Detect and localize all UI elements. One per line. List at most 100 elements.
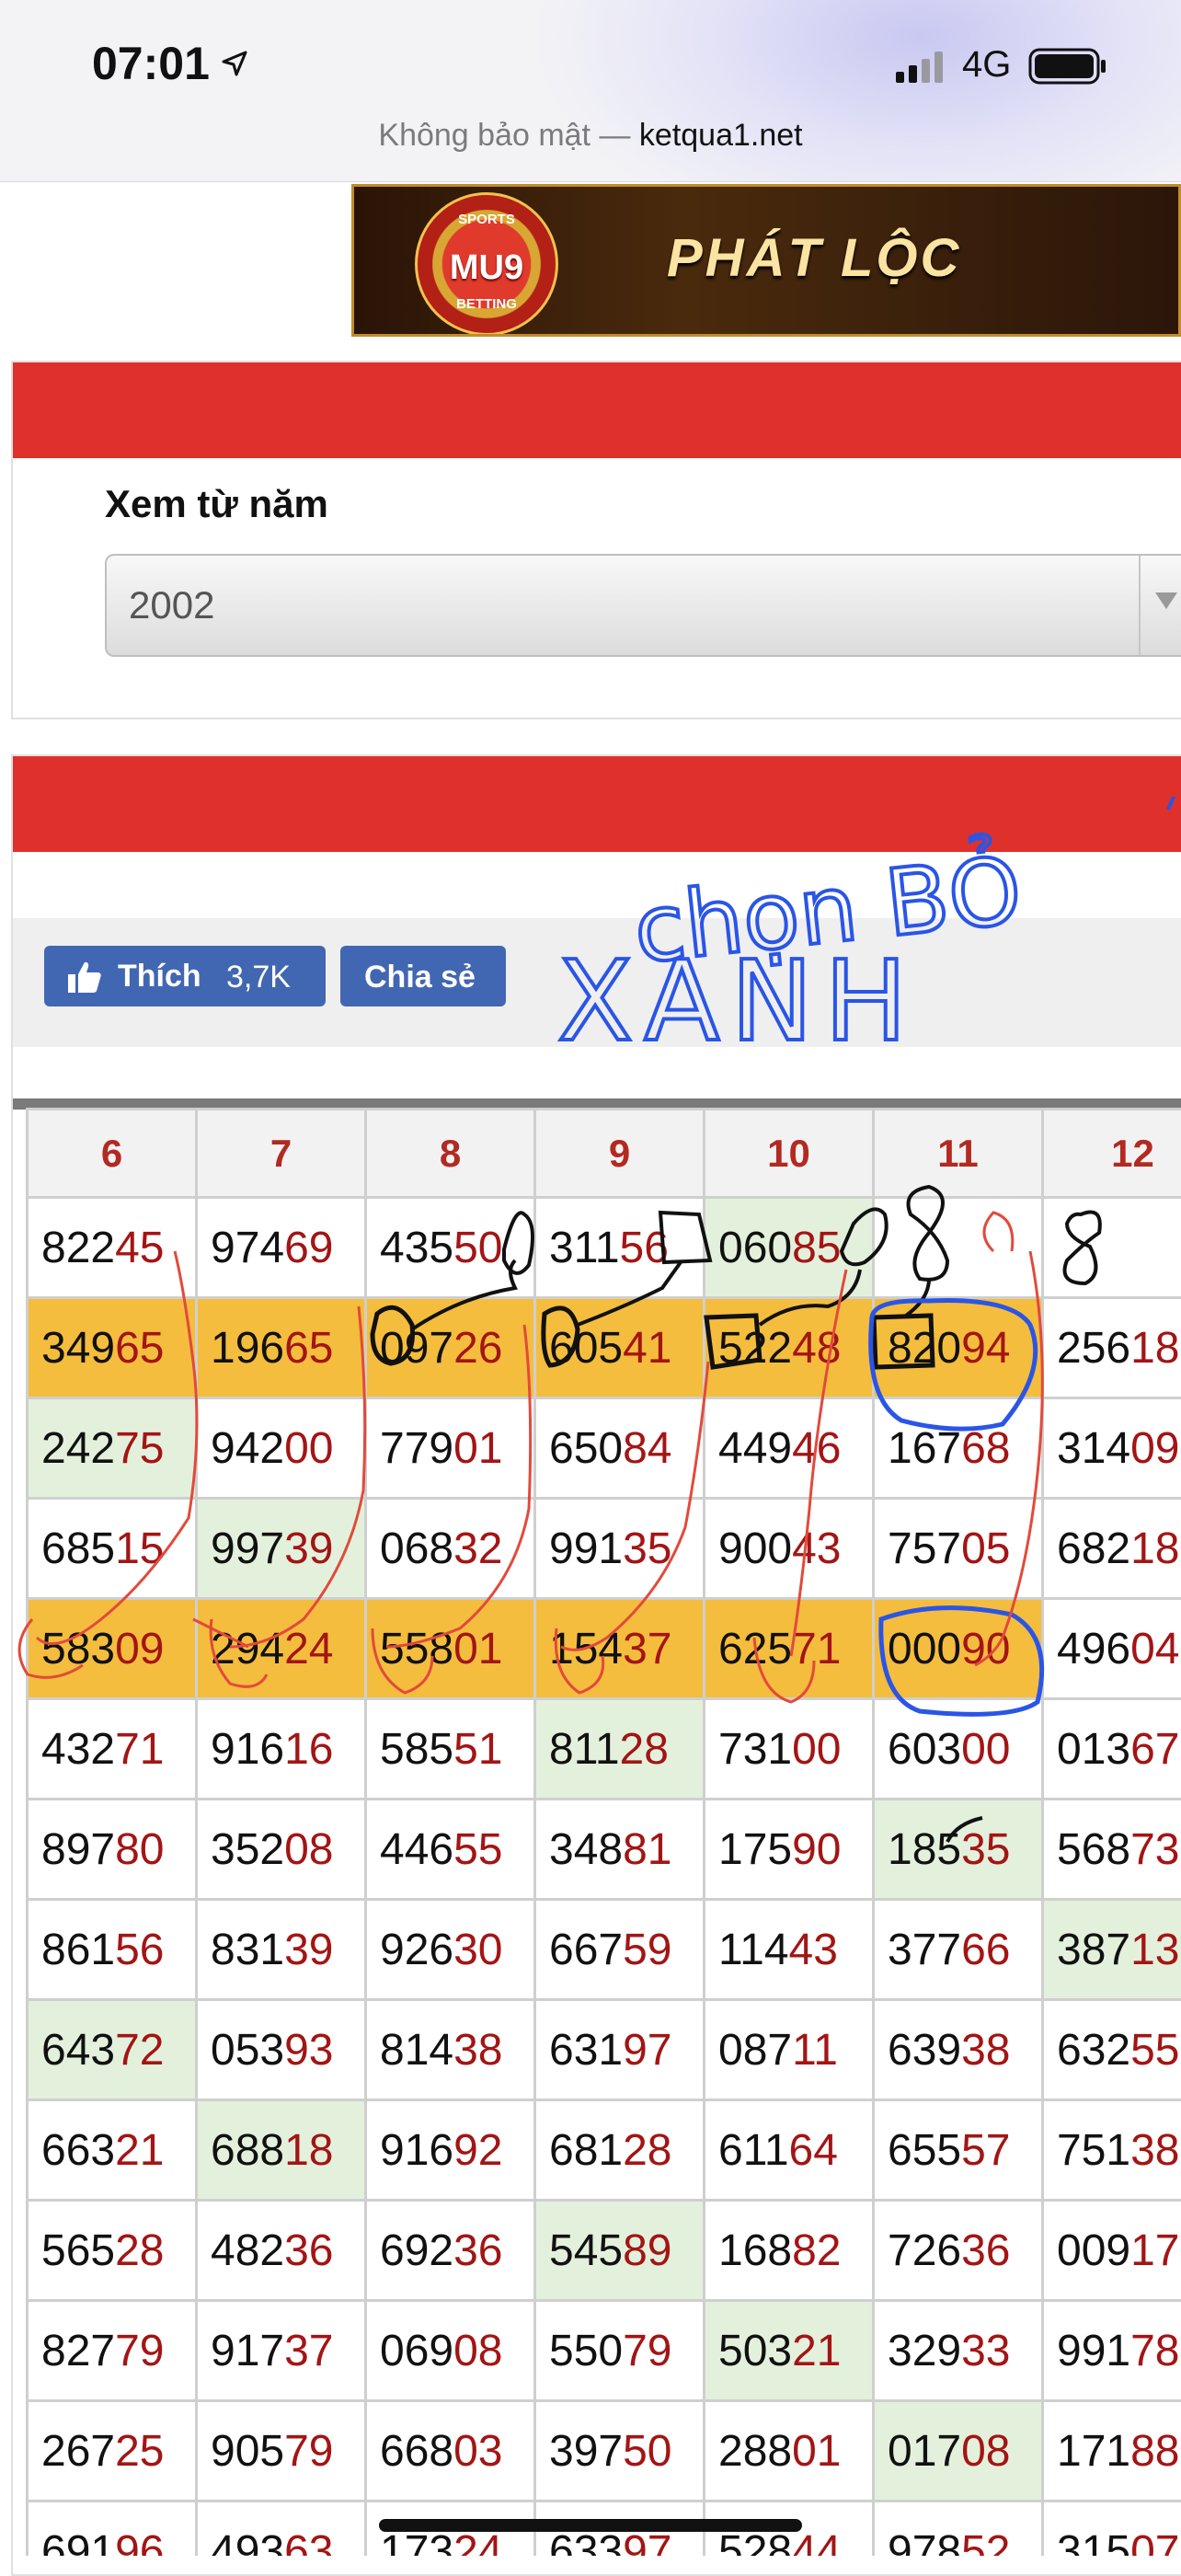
result-cell: 81128 bbox=[535, 1699, 705, 1800]
table-row: 24275942007790165084449461676831409 bbox=[28, 1398, 1181, 1499]
number-tail: 69 bbox=[284, 1224, 333, 1272]
number-head: 631 bbox=[549, 2026, 623, 2075]
table-row: 86156831399263066759114433776638713 bbox=[28, 1900, 1181, 2000]
number-tail: 38 bbox=[453, 2026, 502, 2075]
facebook-share-button[interactable]: Chia sẻ bbox=[340, 946, 506, 1006]
number-tail: 08 bbox=[284, 1825, 333, 1874]
number-tail: 43 bbox=[789, 1926, 838, 1974]
number-head: 861 bbox=[41, 1926, 115, 1974]
column-header: 9 bbox=[535, 1110, 705, 1198]
result-cell: 00917 bbox=[1043, 2201, 1181, 2301]
number-head: 000 bbox=[888, 1625, 961, 1673]
battery-icon bbox=[1028, 48, 1107, 85]
result-cell: 34965 bbox=[28, 1298, 197, 1398]
number-tail: 89 bbox=[623, 2226, 671, 2275]
number-head: 168 bbox=[718, 2226, 792, 2275]
number-tail: 03 bbox=[453, 2427, 502, 2476]
number-tail: 04 bbox=[1130, 1625, 1179, 1673]
result-cell: 58309 bbox=[28, 1599, 197, 1699]
mu9-logo: SPORTS MU9 BETTING bbox=[415, 192, 558, 336]
number-head: 991 bbox=[549, 1524, 623, 1573]
number-head: 087 bbox=[718, 2026, 792, 2075]
number-tail: 85 bbox=[792, 1224, 841, 1272]
result-cell: 92630 bbox=[366, 1900, 535, 2000]
result-cell: 97469 bbox=[197, 1198, 366, 1298]
result-cell: 99135 bbox=[535, 1499, 705, 1599]
number-head: 311 bbox=[549, 1224, 620, 1272]
number-head: 446 bbox=[380, 1825, 453, 1874]
number-head: 731 bbox=[718, 1725, 792, 1774]
number-head: 060 bbox=[718, 1224, 792, 1272]
number-head: 639 bbox=[888, 2026, 961, 2075]
result-cell: 38713 bbox=[1043, 1900, 1181, 2000]
result-cell: 89780 bbox=[28, 1800, 197, 1900]
result-cell: 55079 bbox=[535, 2301, 705, 2401]
number-head: 916 bbox=[211, 1725, 284, 1774]
number-tail: 65 bbox=[115, 1324, 164, 1373]
result-cell: 25618 bbox=[1043, 1298, 1181, 1398]
result-cell: 66759 bbox=[535, 1900, 705, 2000]
number-tail: 01 bbox=[453, 1424, 502, 1473]
share-label: Chia sẻ bbox=[364, 960, 476, 995]
number-tail: 50 bbox=[623, 2427, 671, 2476]
number-tail: 00 bbox=[792, 1725, 841, 1774]
ad-banner[interactable]: SPORTS MU9 BETTING PHÁT LỘC bbox=[351, 184, 1181, 337]
number-tail: 50 bbox=[453, 1224, 502, 1272]
number-head: 175 bbox=[718, 1825, 792, 1874]
result-cell: 91692 bbox=[366, 2100, 535, 2201]
result-cell: 39750 bbox=[535, 2401, 705, 2501]
result-cell: 69196 bbox=[28, 2501, 197, 2557]
number-head: 496 bbox=[1057, 1625, 1130, 1673]
result-cell: 86156 bbox=[28, 1900, 197, 2000]
number-head: 978 bbox=[888, 2527, 961, 2557]
result-cell: 01708 bbox=[874, 2401, 1043, 2501]
number-head: 154 bbox=[549, 1625, 623, 1673]
result-cell: 58551 bbox=[366, 1699, 535, 1800]
number-tail: 71 bbox=[115, 1725, 164, 1774]
number-head: 916 bbox=[380, 2126, 453, 2175]
result-cell: 63938 bbox=[874, 2000, 1043, 2100]
number-tail: 18 bbox=[1130, 1524, 1179, 1573]
thumbs-up-icon bbox=[66, 959, 103, 995]
table-row: 82779917370690855079503213293399178 bbox=[28, 2301, 1181, 2401]
number-head: 256 bbox=[1057, 1324, 1130, 1373]
table-row: 58309294245580115437625710009049604 bbox=[28, 1599, 1181, 1699]
number-head: 314 bbox=[1057, 1424, 1130, 1473]
number-head: 349 bbox=[41, 1324, 115, 1373]
number-tail: 36 bbox=[453, 2226, 502, 2275]
number-head: 583 bbox=[41, 1625, 115, 1673]
result-cell: 72636 bbox=[874, 2201, 1043, 2301]
result-cell: 66321 bbox=[28, 2100, 197, 2201]
browser-status-bar: 07:01 4G Không bảo mật — ketqua1.net bbox=[0, 0, 1181, 182]
like-label: Thích bbox=[118, 959, 201, 995]
address-bar[interactable]: Không bảo mật — ketqua1.net bbox=[0, 118, 1181, 154]
result-cell: 52248 bbox=[705, 1298, 874, 1398]
number-head: 897 bbox=[41, 1825, 115, 1874]
number-tail: 93 bbox=[284, 2026, 333, 2075]
number-head: 691 bbox=[41, 2527, 115, 2557]
table-row: 34965196650972660541522488209425618 bbox=[28, 1298, 1181, 1398]
number-head: 779 bbox=[380, 1424, 453, 1473]
result-cell: 28801 bbox=[705, 2401, 874, 2501]
home-indicator bbox=[379, 2519, 802, 2532]
number-tail: 36 bbox=[961, 2226, 1010, 2275]
result-cell: 63255 bbox=[1043, 2000, 1181, 2100]
result-cell: 15437 bbox=[535, 1599, 705, 1699]
number-head: 171 bbox=[1057, 2427, 1130, 2476]
number-head: 114 bbox=[718, 1926, 789, 1974]
year-select[interactable]: 2002 bbox=[105, 554, 1181, 657]
number-tail: 13 bbox=[1130, 1926, 1179, 1974]
number-head: 242 bbox=[41, 1424, 115, 1473]
result-cell: 48236 bbox=[197, 2201, 366, 2301]
result-cell: 73100 bbox=[705, 1699, 874, 1800]
number-head: 069 bbox=[380, 2327, 453, 2375]
number-tail: 66 bbox=[961, 1926, 1010, 1974]
results-header-bar bbox=[13, 756, 1181, 852]
number-head: 650 bbox=[549, 1424, 623, 1473]
facebook-like-button[interactable]: Thích 3,7K bbox=[44, 946, 326, 1006]
result-cell: 83139 bbox=[197, 1900, 366, 2000]
result-cell: 05393 bbox=[197, 2000, 366, 2100]
result-cell: 16882 bbox=[705, 2201, 874, 2301]
result-cell: 55801 bbox=[366, 1599, 535, 1699]
network-type: 4G bbox=[962, 44, 1011, 86]
